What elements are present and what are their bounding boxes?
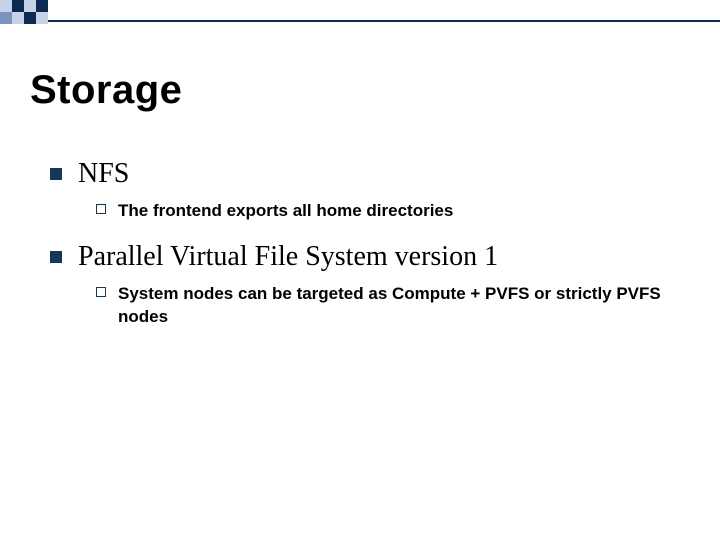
slide: Storage NFS The frontend exports all hom… bbox=[0, 0, 720, 540]
square-bullet-icon bbox=[50, 168, 62, 180]
list-item: NFS bbox=[50, 158, 680, 190]
list-subitem-label: System nodes can be targeted as Compute … bbox=[118, 283, 678, 329]
slide-title: Storage bbox=[30, 68, 182, 113]
corner-decoration bbox=[0, 0, 720, 30]
slide-content: NFS The frontend exports all home direct… bbox=[50, 140, 680, 337]
list-item-label: Parallel Virtual File System version 1 bbox=[78, 241, 498, 273]
list-subitem-label: The frontend exports all home directorie… bbox=[118, 200, 453, 223]
hollow-square-bullet-icon bbox=[96, 287, 106, 297]
list-subitem: The frontend exports all home directorie… bbox=[96, 200, 680, 223]
hollow-square-bullet-icon bbox=[96, 204, 106, 214]
square-bullet-icon bbox=[50, 251, 62, 263]
list-item-label: NFS bbox=[78, 158, 129, 190]
list-item: Parallel Virtual File System version 1 bbox=[50, 241, 680, 273]
list-subitem: System nodes can be targeted as Compute … bbox=[96, 283, 680, 329]
